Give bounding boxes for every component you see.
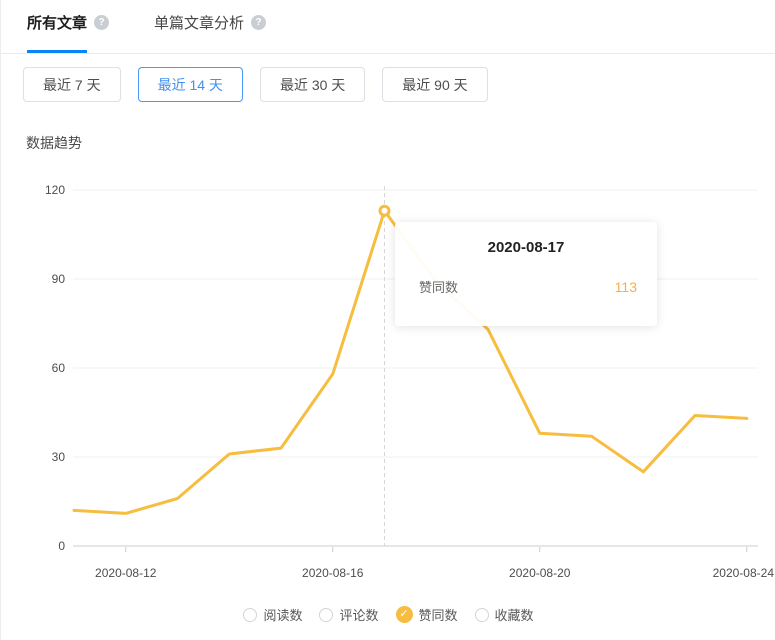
legend-item-favorites[interactable]: 收藏数 — [474, 605, 534, 624]
legend-item-upvotes[interactable]: ✓ 赞同数 — [395, 605, 458, 624]
radio-checked-icon[interactable]: ✓ — [395, 606, 413, 623]
svg-text:0: 0 — [58, 539, 65, 553]
svg-text:2020-08-12: 2020-08-12 — [95, 566, 157, 580]
tooltip-row: 赞同数 113 — [419, 277, 637, 296]
chart-tooltip: 2020-08-17 赞同数 113 — [395, 222, 657, 326]
svg-text:60: 60 — [52, 361, 66, 375]
legend-label: 赞同数 — [418, 608, 458, 623]
radio-unchecked-icon[interactable] — [319, 607, 334, 622]
tooltip-date: 2020-08-17 — [487, 239, 565, 256]
trend-line-chart[interactable]: 0 30 60 90 120 2020-08-12 2020-08-16 2020-08-20… — [1, 0, 775, 640]
legend-label: 收藏数 — [494, 608, 534, 623]
radio-unchecked-icon[interactable] — [243, 607, 258, 622]
tooltip-series-label: 赞同数 — [419, 280, 459, 295]
legend-item-reads[interactable]: 阅读数 — [243, 605, 302, 624]
svg-text:2020-08-20: 2020-08-20 — [509, 566, 571, 580]
radio-unchecked-icon[interactable] — [474, 607, 489, 622]
tooltip-series-value: 113 — [614, 278, 637, 295]
svg-text:120: 120 — [45, 183, 65, 197]
svg-text:2020-08-16: 2020-08-16 — [302, 566, 364, 580]
legend-label: 评论数 — [339, 608, 379, 623]
svg-text:30: 30 — [52, 450, 66, 464]
legend-label: 阅读数 — [263, 608, 303, 623]
svg-text:90: 90 — [52, 272, 66, 286]
legend-item-comments[interactable]: 评论数 — [319, 605, 379, 624]
svg-text:2020-08-24: 2020-08-24 — [713, 566, 775, 580]
article-analytics-page: 所有文章 ? 单篇文章分析 ? 最近 7 天 最近 14 天 最近 30 天 最… — [0, 0, 775, 640]
chart-legend: 阅读数 评论数 ✓ 赞同数 收藏数 — [1, 605, 775, 624]
